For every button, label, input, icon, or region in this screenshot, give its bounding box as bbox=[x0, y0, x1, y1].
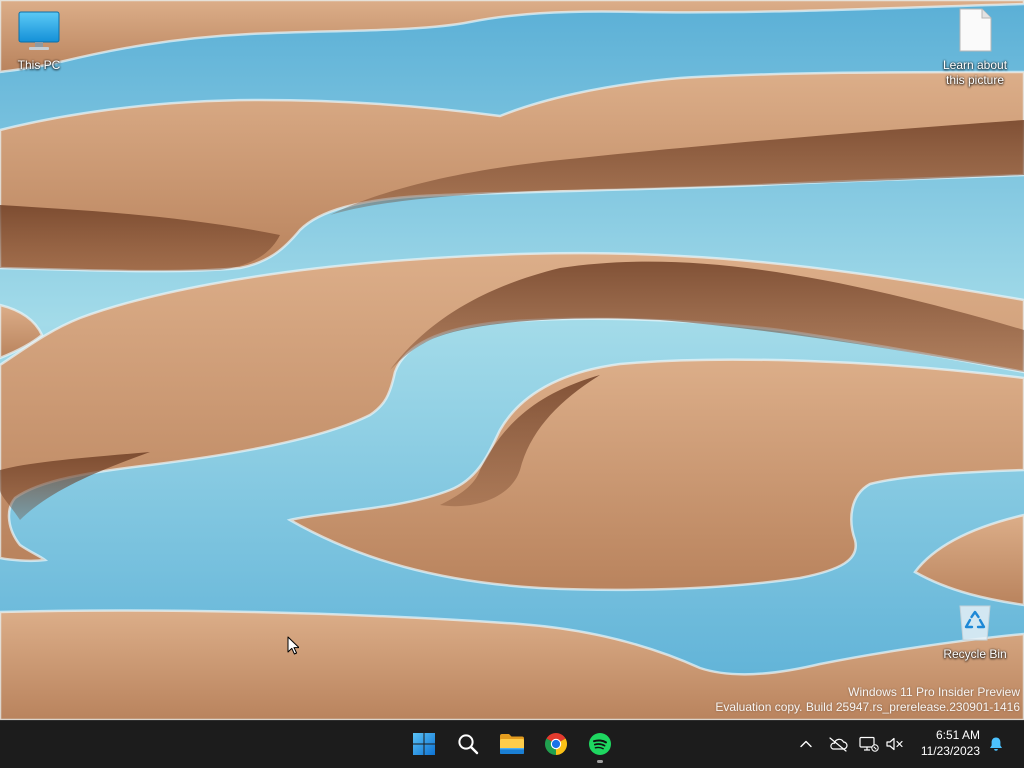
document-icon bbox=[959, 8, 992, 52]
desktop-icon-recycle-bin[interactable]: Recycle Bin bbox=[937, 602, 1013, 662]
desktop-icon-label: This PC bbox=[17, 58, 61, 72]
taskbar-pinned-apps bbox=[404, 724, 620, 764]
volume-tray-button[interactable] bbox=[883, 732, 907, 756]
network-icon bbox=[859, 736, 879, 752]
desktop-icon-learn-about-picture[interactable]: Learn about this picture bbox=[937, 8, 1013, 88]
network-tray-button[interactable] bbox=[857, 732, 881, 756]
mouse-pointer-icon bbox=[287, 636, 299, 655]
watermark-build: Evaluation copy. Build 25947.rs_prerelea… bbox=[715, 700, 1020, 714]
taskbar: 6:51 AM 11/23/2023 bbox=[0, 720, 1024, 768]
search-button[interactable] bbox=[448, 724, 488, 764]
desktop-icon-this-pc[interactable]: This PC bbox=[1, 10, 77, 73]
chrome-button[interactable] bbox=[536, 724, 576, 764]
volume-muted-icon bbox=[886, 737, 903, 751]
windows-start-icon bbox=[413, 733, 435, 755]
onedrive-tray-button[interactable] bbox=[826, 732, 850, 756]
watermark-edition: Windows 11 Pro Insider Preview bbox=[848, 685, 1020, 699]
running-indicator bbox=[597, 760, 603, 763]
clock-time: 6:51 AM bbox=[935, 728, 980, 742]
desktop-icon-label: Learn about this picture bbox=[942, 58, 1008, 87]
recycle-bin-icon bbox=[959, 605, 991, 641]
notifications-button[interactable] bbox=[986, 734, 1006, 754]
file-explorer-button[interactable] bbox=[492, 724, 532, 764]
taskbar-clock[interactable]: 6:51 AM 11/23/2023 bbox=[910, 727, 980, 759]
clock-date: 11/23/2023 bbox=[920, 744, 980, 758]
file-explorer-icon bbox=[500, 734, 524, 754]
start-button[interactable] bbox=[404, 724, 444, 764]
desktop-icon-label: Recycle Bin bbox=[943, 647, 1007, 661]
this-pc-icon bbox=[18, 11, 60, 50]
desktop-wallpaper bbox=[0, 0, 1024, 720]
bell-icon bbox=[990, 737, 1002, 751]
chevron-up-icon bbox=[800, 740, 812, 748]
chrome-icon bbox=[545, 733, 567, 755]
evaluation-watermark: Windows 11 Pro Insider Preview Evaluatio… bbox=[715, 685, 1020, 715]
show-hidden-icons-button[interactable] bbox=[794, 732, 818, 756]
onedrive-offline-icon bbox=[829, 737, 848, 752]
spotify-button[interactable] bbox=[580, 724, 620, 764]
search-icon bbox=[458, 734, 479, 755]
spotify-icon bbox=[589, 733, 611, 755]
